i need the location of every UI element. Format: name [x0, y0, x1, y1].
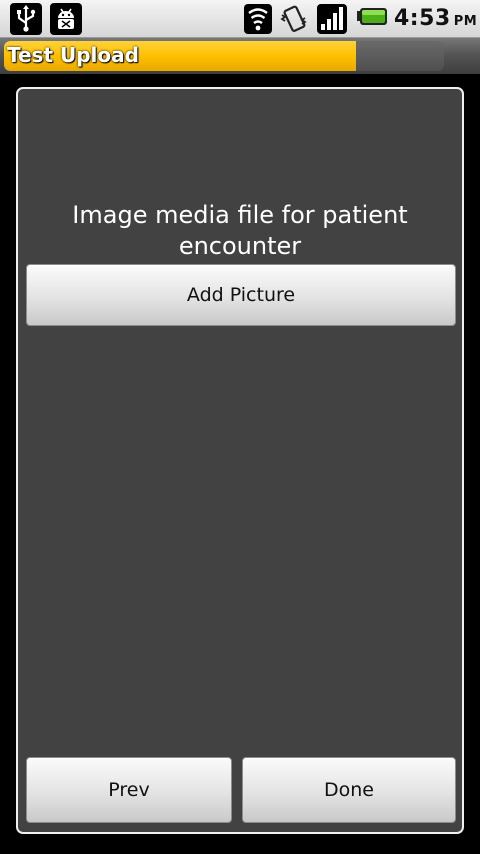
- add-picture-button[interactable]: Add Picture: [26, 264, 456, 326]
- wifi-icon: [242, 3, 274, 35]
- title-bar: Test Upload: [0, 38, 480, 74]
- form-panel: Image media file for patient encounter A…: [16, 87, 464, 834]
- android-debug-icon: [50, 3, 82, 35]
- clock-ampm: PM: [453, 14, 478, 29]
- usb-icon: [10, 3, 42, 35]
- page-title: Test Upload: [7, 43, 139, 67]
- status-clock: 4:53 PM: [394, 6, 477, 31]
- status-bar: 4:53 PM: [0, 0, 480, 38]
- signal-icon: [316, 3, 348, 35]
- prev-button[interactable]: Prev: [26, 757, 232, 823]
- clock-time: 4:53: [394, 6, 451, 31]
- question-prompt: Image media file for patient encounter: [72, 201, 408, 260]
- done-button[interactable]: Done: [242, 757, 456, 823]
- vibrate-icon: [278, 3, 310, 35]
- battery-icon: [356, 3, 388, 35]
